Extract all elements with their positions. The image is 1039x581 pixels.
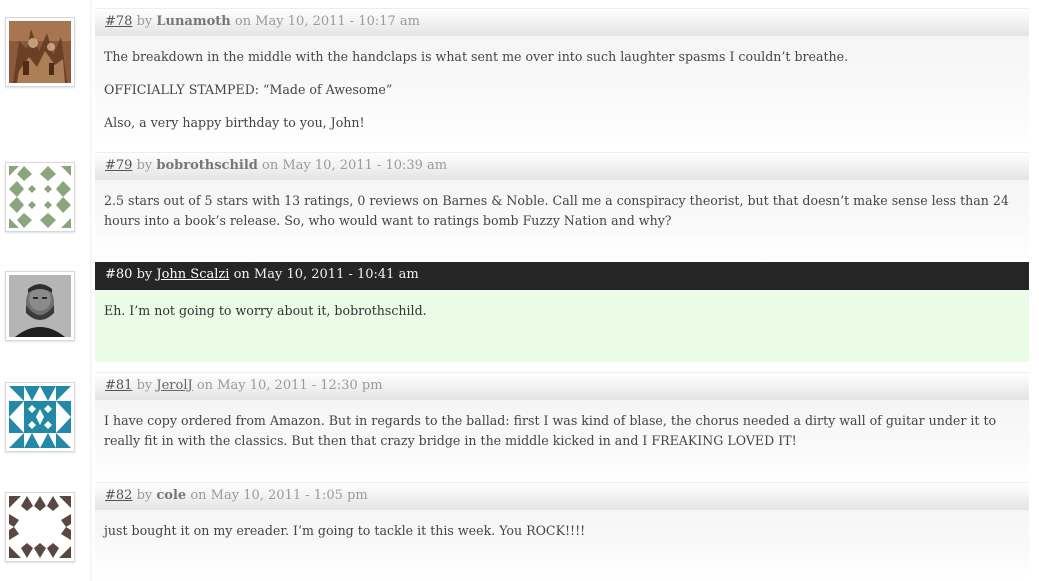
comment-header: #78 by Lunamoth on May 10, 2011 - 10:17 … [95, 8, 1029, 36]
comment-body: Eh. I’m not going to worry about it, bob… [95, 290, 1029, 362]
comment-header: #82 by cole on May 10, 2011 - 1:05 pm [95, 482, 1029, 510]
comment-paragraph: I have copy ordered from Amazon. But in … [104, 413, 997, 448]
on-label: on [190, 488, 207, 503]
by-label: by [136, 158, 153, 173]
comment-date: May 10, 2011 - 12:30 pm [217, 378, 383, 393]
comment-paragraph: OFFICIALLY STAMPED: “Made of Awesome” [104, 82, 393, 97]
comment-header: #79 by bobrothschild on May 10, 2011 - 1… [95, 152, 1029, 180]
comments-page: #78 by Lunamoth on May 10, 2011 - 10:17 … [0, 0, 1039, 581]
by-label: by [136, 267, 153, 282]
on-label: on [233, 267, 250, 282]
thread-line [90, 0, 92, 581]
avatar-cole[interactable] [5, 492, 75, 562]
comment-paragraph: Eh. I’m not going to worry about it, bob… [104, 303, 427, 318]
by-label: by [136, 488, 153, 503]
comment-body: I have copy ordered from Amazon. But in … [95, 400, 1029, 482]
avatar-jerolj[interactable] [5, 382, 75, 452]
comment-header: #81 by JerolJ on May 10, 2011 - 12:30 pm [95, 372, 1029, 400]
comment-author: cole [156, 488, 187, 503]
comment-date: May 10, 2011 - 1:05 pm [210, 488, 368, 503]
comment-78: #78 by Lunamoth on May 10, 2011 - 10:17 … [95, 8, 1029, 148]
comment-date: May 10, 2011 - 10:41 am [253, 267, 419, 282]
comment-author: Lunamoth [156, 14, 231, 29]
on-label: on [196, 378, 214, 393]
photo-avatar-icon [9, 21, 71, 83]
comment-81: #81 by JerolJ on May 10, 2011 - 12:30 pm… [95, 372, 1029, 482]
comment-date: May 10, 2011 - 10:39 am [282, 158, 448, 173]
on-label: on [262, 158, 279, 173]
identicon-blue-icon [9, 386, 71, 448]
avatar-bobrothschild[interactable] [5, 162, 75, 232]
identicon-green-icon [9, 166, 71, 228]
comment-header: #80 by John Scalzi on May 10, 2011 - 10:… [95, 262, 1029, 290]
comment-permalink[interactable]: #82 [105, 488, 132, 503]
identicon-brown-icon [9, 496, 71, 558]
photo-avatar-author-icon [9, 275, 71, 337]
by-label: by [136, 14, 153, 29]
comment-permalink[interactable]: #78 [105, 14, 132, 29]
comment-80: #80 by John Scalzi on May 10, 2011 - 10:… [95, 262, 1029, 362]
comment-body: just bought it on my ereader. I’m going … [95, 510, 1029, 580]
comment-79: #79 by bobrothschild on May 10, 2011 - 1… [95, 152, 1029, 262]
comment-body: The breakdown in the middle with the han… [95, 36, 1029, 148]
comment-date: May 10, 2011 - 10:17 am [255, 14, 420, 29]
on-label: on [234, 14, 252, 29]
comment-paragraph: 2.5 stars out of 5 stars with 13 ratings… [104, 193, 1009, 228]
comment-permalink[interactable]: #80 [105, 267, 132, 282]
by-label: by [136, 378, 153, 393]
comment-author[interactable]: John Scalzi [156, 267, 229, 282]
comment-permalink[interactable]: #79 [105, 158, 132, 173]
avatar-lunamoth[interactable] [5, 17, 75, 87]
comment-author: bobrothschild [156, 158, 258, 173]
comment-paragraph: Also, a very happy birthday to you, John… [104, 115, 365, 130]
comment-paragraph: The breakdown in the middle with the han… [104, 49, 849, 64]
comment-paragraph: just bought it on my ereader. I’m going … [104, 523, 586, 538]
comment-permalink[interactable]: #81 [105, 378, 132, 393]
avatar-john-scalzi[interactable] [5, 271, 75, 341]
comment-author[interactable]: JerolJ [156, 378, 192, 393]
comment-82: #82 by cole on May 10, 2011 - 1:05 pm ju… [95, 482, 1029, 580]
comment-body: 2.5 stars out of 5 stars with 13 ratings… [95, 180, 1029, 262]
